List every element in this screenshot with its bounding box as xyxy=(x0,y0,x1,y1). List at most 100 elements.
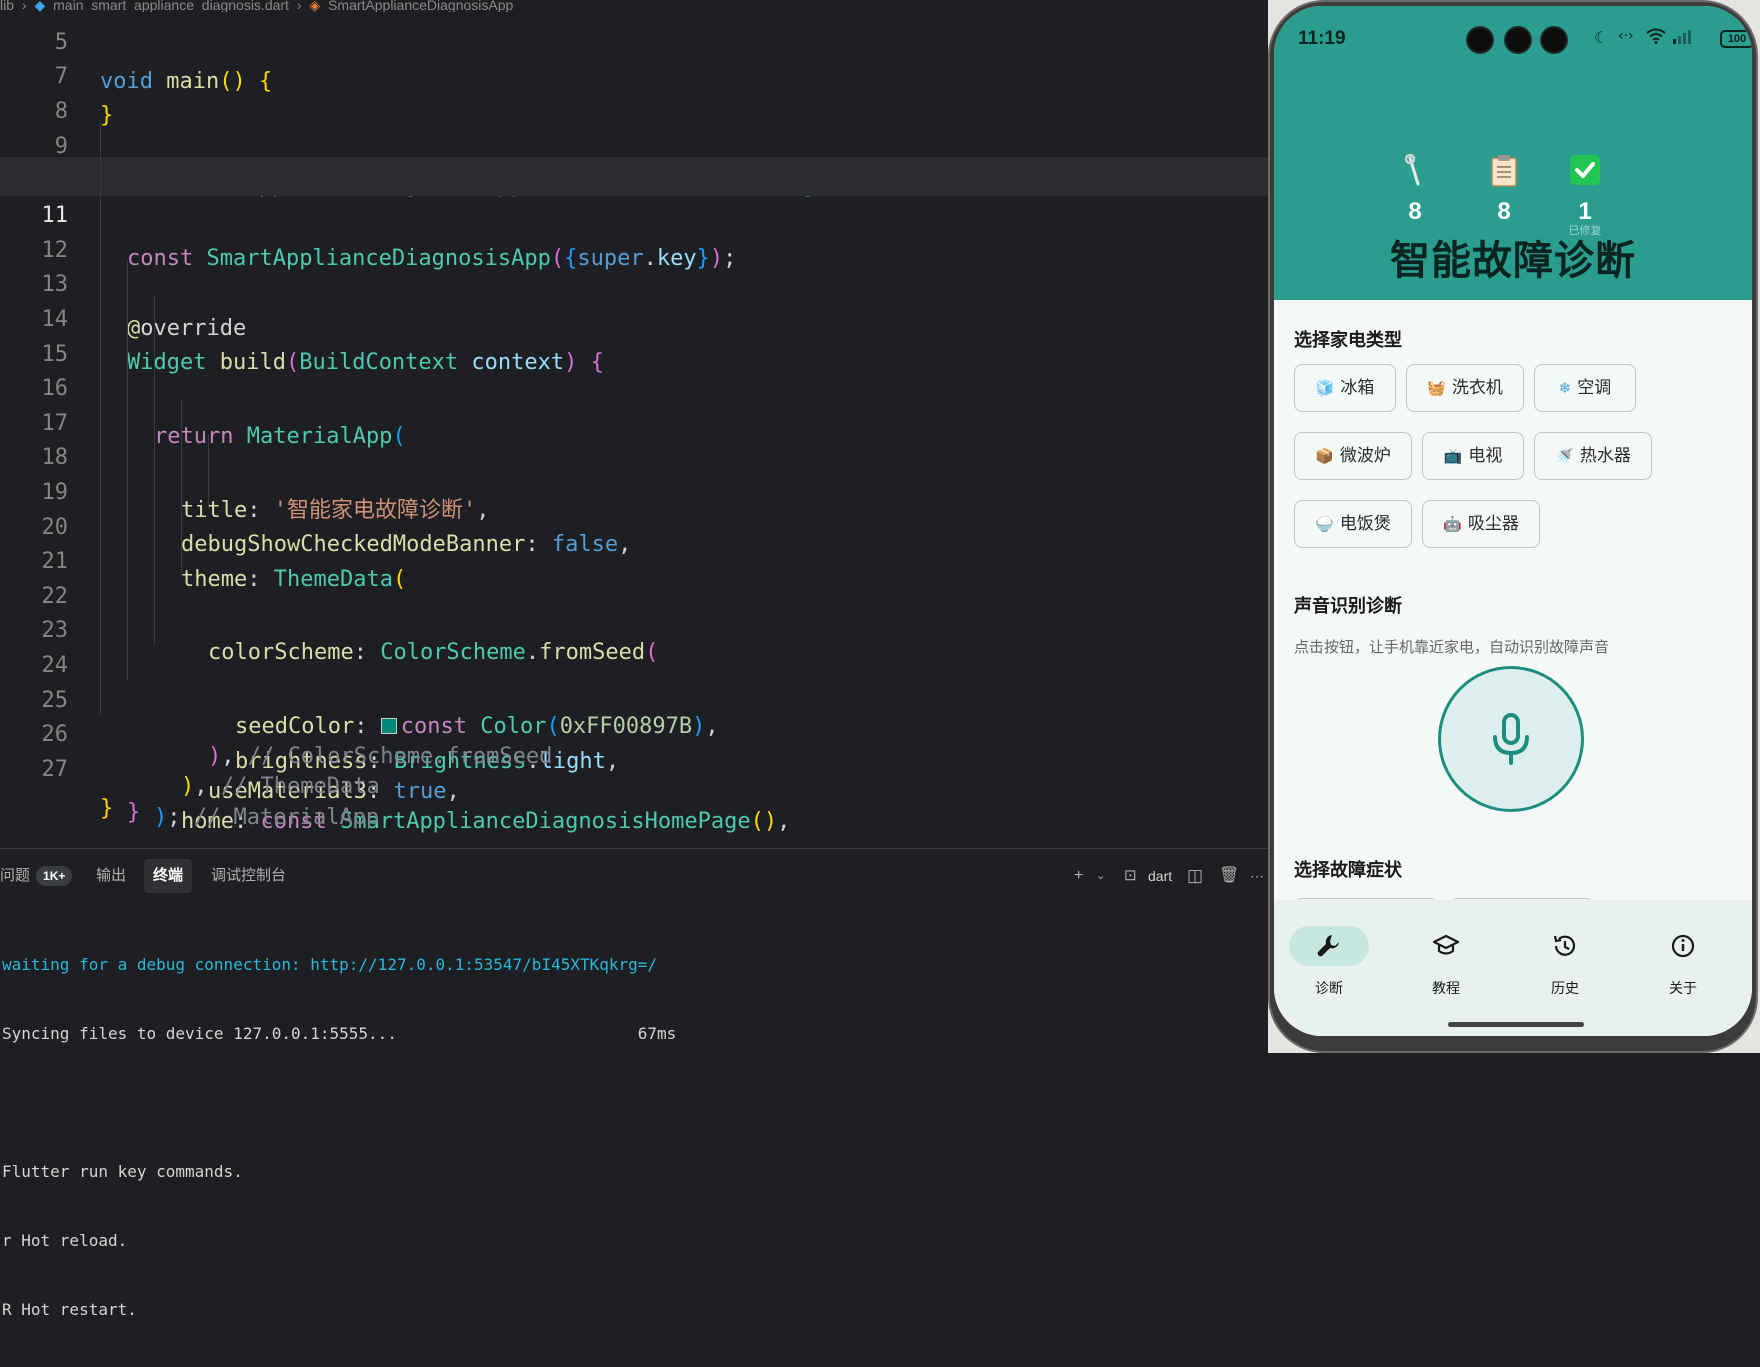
code-line[interactable]: 8 xyxy=(0,53,1268,124)
add-terminal-icon[interactable]: + xyxy=(1074,859,1083,893)
check-icon xyxy=(1550,154,1620,190)
chip-label: 冰箱 xyxy=(1340,378,1375,398)
nav-item-tutorial[interactable]: 教程 xyxy=(1401,926,1491,998)
chip-label: 洗衣机 xyxy=(1451,378,1503,398)
tab-problems[interactable]: 问题 1K+ xyxy=(0,859,73,893)
code-line[interactable]: 27 } xyxy=(0,711,1268,821)
tab-debug-console[interactable]: 调试控制台 xyxy=(211,859,286,893)
indent-guide xyxy=(127,503,128,542)
code-editor[interactable]: lib › ◆ main_smart_appliance_diagnosis.d… xyxy=(0,0,1268,848)
stat-records: 8 xyxy=(1469,154,1539,226)
indent-guide xyxy=(127,330,128,369)
indent-guide xyxy=(100,226,101,265)
split-terminal-icon[interactable]: ◫ xyxy=(1187,859,1203,893)
phone-screen[interactable]: 11:19 ☾ ‹·› 100 8 8 1 已修复 智能故障诊断 选择家电类型 … xyxy=(1274,6,1752,1036)
indent-guide xyxy=(100,676,101,715)
indent-guide xyxy=(181,503,182,542)
tab-terminal[interactable]: 终端 xyxy=(144,859,193,893)
code-line[interactable]: 13 Widget build(BuildContext context) { xyxy=(0,226,1268,375)
more-icon[interactable]: ⋯ xyxy=(1250,859,1264,893)
stat-diagnoses: 8 xyxy=(1380,153,1450,226)
chevron-down-icon[interactable]: ⌄ xyxy=(1096,859,1105,893)
snowflake-icon: ❄ xyxy=(1558,379,1572,397)
line-number: 27 xyxy=(41,757,69,782)
indent-guide xyxy=(100,122,101,161)
appliance-chip-vacuum[interactable]: 🤖 吸尘器 xyxy=(1422,500,1540,548)
fridge-icon: 🧊 xyxy=(1315,379,1335,397)
problems-count-badge: 1K+ xyxy=(36,866,73,886)
indent-guide xyxy=(127,607,128,646)
code-line-current[interactable]: 11 xyxy=(0,157,1268,228)
microphone-icon xyxy=(1493,713,1529,765)
nav-item-history[interactable]: 历史 xyxy=(1520,926,1610,998)
appliance-chip-fridge[interactable]: 🧊 冰箱 xyxy=(1294,364,1396,412)
mic-button[interactable] xyxy=(1438,666,1584,812)
box-icon: 📦 xyxy=(1315,447,1334,465)
code-line[interactable]: 21 ), // ColorScheme.fromSeed xyxy=(0,503,1268,769)
rice-icon: 🍚 xyxy=(1315,515,1334,533)
nav-label: 诊断 xyxy=(1315,981,1343,997)
nav-item-diagnose[interactable]: 诊断 xyxy=(1284,926,1374,998)
tab-output[interactable]: 输出 xyxy=(96,859,126,893)
camera-icon xyxy=(1466,26,1494,54)
trash-icon[interactable]: 🗑 xyxy=(1219,859,1239,893)
graduation-cap-icon xyxy=(1406,926,1486,966)
code-line[interactable]: 7 } xyxy=(0,18,1268,128)
home-indicator[interactable] xyxy=(1448,1022,1584,1027)
code-line[interactable]: 18 colorScheme: ColorScheme.fromSeed( xyxy=(0,399,1268,665)
nav-label: 关于 xyxy=(1669,981,1697,997)
signal-icon xyxy=(1672,28,1694,48)
terminal-line: waiting for a debug connection: http://1… xyxy=(2,955,658,974)
indent-guide xyxy=(100,330,101,369)
chip-label: 吸尘器 xyxy=(1467,514,1519,534)
status-bar: 11:19 ☾ ‹·› 100 xyxy=(1274,6,1752,54)
terminal-line: Flutter run key commands. xyxy=(2,1162,243,1181)
clipboard-icon xyxy=(1469,154,1539,190)
code-line[interactable]: 14 return MaterialApp( xyxy=(0,261,1268,449)
code-comment: // ThemeData xyxy=(220,774,380,799)
chip-label: 热水器 xyxy=(1579,446,1631,466)
shell-name[interactable]: dart xyxy=(1148,859,1172,893)
app-content[interactable]: 选择家电类型 🧊 冰箱 🧺 洗衣机 ❄ 空调 📦 微波炉 📺 电视 🚿 热水器 🍚 电饭煲 🤖… xyxy=(1274,300,1752,918)
code-line[interactable]: 26 } xyxy=(0,676,1268,825)
stat-value: 8 xyxy=(1497,198,1511,225)
indent-guide xyxy=(127,572,128,611)
nav-item-about[interactable]: 关于 xyxy=(1638,926,1728,998)
indent-guide xyxy=(127,261,128,300)
stat-value: 8 xyxy=(1408,198,1422,225)
appliance-chip-ac[interactable]: ❄ 空调 xyxy=(1534,364,1636,412)
code-line[interactable]: 23 ), // ThemeData xyxy=(0,572,1268,799)
indent-guide xyxy=(100,503,101,542)
indent-guide xyxy=(127,399,128,438)
nav-label: 历史 xyxy=(1551,981,1579,997)
line-text: } xyxy=(127,800,141,825)
terminal-output[interactable]: waiting for a debug connection: http://1… xyxy=(2,907,1262,1367)
chip-label: 电视 xyxy=(1468,446,1503,466)
appliance-chip-rice-cooker[interactable]: 🍚 电饭煲 xyxy=(1294,500,1412,548)
appliance-chip-microwave[interactable]: 📦 微波炉 xyxy=(1294,432,1412,480)
sound-description: 点击按钮，让手机靠近家电，自动识别故障声音 xyxy=(1294,638,1610,656)
line-text: ); // MaterialApp xyxy=(154,805,380,830)
appliance-chip-tv[interactable]: 📺 电视 xyxy=(1422,432,1524,480)
appliance-chip-washer[interactable]: 🧺 洗衣机 xyxy=(1406,364,1524,412)
code-line[interactable]: 16 debugShowCheckedModeBanner: false, xyxy=(0,330,1268,557)
indent-guide xyxy=(154,503,155,542)
indent-guide xyxy=(100,572,101,611)
line-text: } xyxy=(100,796,114,821)
stat-fixed: 1 已修复 xyxy=(1550,154,1620,238)
code-line[interactable]: 24 home: const SmartApplianceDiagnosisHo… xyxy=(0,607,1268,834)
chip-label: 电饭煲 xyxy=(1339,514,1391,534)
symptom-section-title: 选择故障症状 xyxy=(1294,860,1402,881)
code-line[interactable]: 10 const SmartApplianceDiagnosisApp({sup… xyxy=(0,122,1268,271)
code-line[interactable]: 19 seedColor: const Color(0xFF00897B), xyxy=(0,434,1268,739)
terminal-line: R Hot restart. xyxy=(2,1300,137,1319)
indent-guide xyxy=(154,572,155,611)
status-time: 11:19 xyxy=(1298,28,1346,49)
indent-guide xyxy=(100,607,101,646)
app-header: 11:19 ☾ ‹·› 100 8 8 1 已修复 智能故障诊断 xyxy=(1274,6,1752,300)
wrench-icon xyxy=(1289,926,1369,966)
appliance-chip-water-heater[interactable]: 🚿 热水器 xyxy=(1534,432,1652,480)
wrench-icon xyxy=(1380,153,1450,190)
tab-label: 问题 xyxy=(0,867,31,884)
